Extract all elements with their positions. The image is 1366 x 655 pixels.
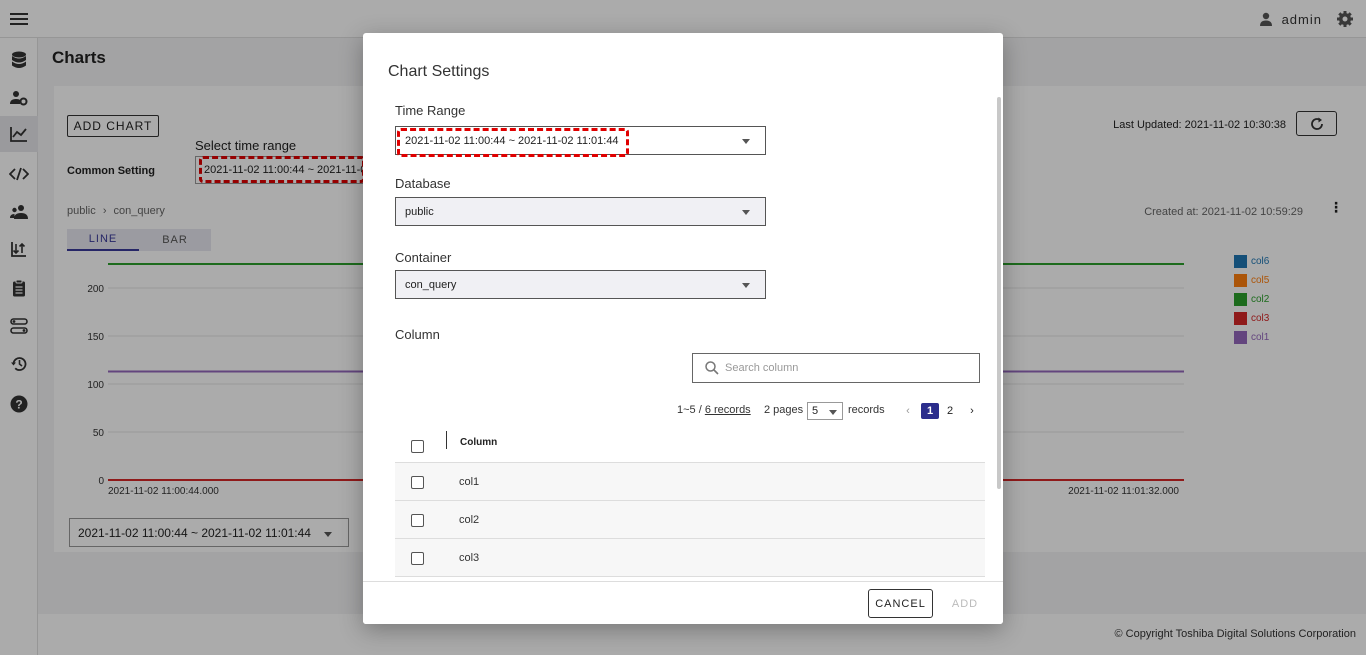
- column-name: col3: [459, 552, 480, 564]
- column-search[interactable]: [692, 353, 980, 383]
- next-page-icon[interactable]: ›: [963, 403, 981, 419]
- highlight-marker: [397, 128, 629, 157]
- container-value: con_query: [405, 278, 457, 291]
- pagination-pages: 2 pages: [764, 404, 804, 416]
- add-button[interactable]: ADD: [945, 589, 985, 618]
- dropdown-arrow-icon: [742, 139, 750, 144]
- column-header: Column: [460, 437, 498, 448]
- select-all-checkbox[interactable]: [411, 440, 424, 453]
- database-select[interactable]: public: [395, 197, 766, 226]
- container-select[interactable]: con_query: [395, 270, 766, 299]
- row-checkbox[interactable]: [411, 476, 424, 489]
- dialog-footer: CANCEL ADD: [363, 581, 1003, 624]
- time-range-label: Time Range: [395, 103, 466, 118]
- database-label: Database: [395, 176, 451, 191]
- column-name: col1: [459, 476, 480, 488]
- row-checkbox[interactable]: [411, 552, 424, 565]
- pagination-range-text: 1~5 /: [677, 404, 705, 416]
- table-row[interactable]: col2: [395, 501, 985, 539]
- table-row[interactable]: col3: [395, 539, 985, 577]
- search-icon: [705, 361, 719, 375]
- dropdown-arrow-icon: [742, 210, 750, 215]
- search-input[interactable]: [725, 362, 965, 374]
- dialog-title: Chart Settings: [388, 63, 490, 80]
- table-header: Column: [395, 425, 985, 463]
- header-divider: [446, 431, 447, 449]
- column-name: col2: [459, 514, 480, 526]
- page-1-button[interactable]: 1: [921, 403, 939, 419]
- table-row[interactable]: col1: [395, 463, 985, 501]
- dropdown-arrow-icon: [829, 410, 837, 415]
- prev-page-icon[interactable]: ‹: [899, 403, 917, 419]
- row-checkbox[interactable]: [411, 514, 424, 527]
- database-value: public: [405, 205, 434, 218]
- container-label: Container: [395, 250, 452, 265]
- dialog-body: Time Range 2021-11-02 11:00:44 ~ 2021-11…: [363, 95, 1003, 581]
- page-2-button[interactable]: 2: [941, 403, 959, 419]
- chart-settings-dialog: Chart Settings Time Range 2021-11-02 11:…: [363, 33, 1003, 624]
- column-label: Column: [395, 327, 440, 342]
- column-table: Column col1 col2 col3: [395, 425, 985, 577]
- dropdown-arrow-icon: [742, 283, 750, 288]
- cancel-button[interactable]: CANCEL: [868, 589, 933, 618]
- page-size-value: 5: [812, 405, 819, 417]
- records-suffix: records: [848, 404, 885, 416]
- pagination-range: 1~5 / 6 records: [677, 404, 751, 416]
- page-size-select[interactable]: 5: [807, 402, 843, 420]
- records-link[interactable]: 6 records: [705, 404, 751, 416]
